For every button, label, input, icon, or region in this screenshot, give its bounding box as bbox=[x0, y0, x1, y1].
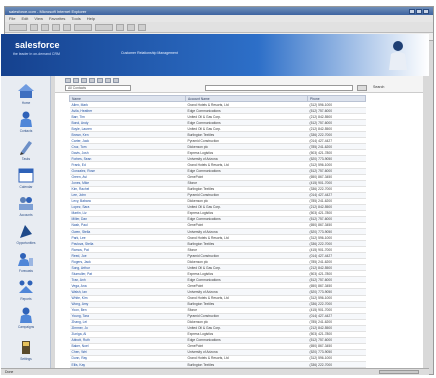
minimize-button[interactable] bbox=[409, 8, 415, 14]
menu-bar: File Edit View Favorites Tools Help bbox=[5, 15, 433, 22]
search-button[interactable]: Search bbox=[373, 85, 384, 89]
close-button[interactable] bbox=[423, 8, 429, 14]
refresh-icon[interactable] bbox=[105, 78, 111, 83]
tool-icon bbox=[22, 341, 30, 354]
sidebar-item-label: Calendar bbox=[19, 185, 33, 189]
forward-button[interactable] bbox=[30, 23, 38, 31]
stop-button[interactable] bbox=[41, 23, 49, 31]
sidebar-item-settings[interactable]: Settings bbox=[9, 338, 43, 366]
sidebar-item-label: Accounts bbox=[19, 213, 33, 217]
sidebar-item-opportunities[interactable]: Opportunities bbox=[9, 222, 43, 250]
sidebar-item-label: Reports bbox=[20, 297, 32, 301]
refresh-button[interactable] bbox=[52, 23, 60, 31]
window-controls bbox=[409, 8, 429, 14]
contacts-panel: All Contacts Search Name Account Name Ph… bbox=[55, 76, 423, 369]
print-button[interactable] bbox=[138, 23, 146, 31]
sidebar: Home Contacts Tasks Calendar Accounts Op… bbox=[1, 76, 51, 369]
home-button[interactable] bbox=[63, 23, 71, 31]
sidebar-item-label: Forecasts bbox=[19, 269, 33, 273]
sidebar-item-label: Opportunities bbox=[16, 241, 36, 245]
banner-promo: Customer Relationship Management bbox=[121, 51, 178, 55]
history-button[interactable] bbox=[116, 23, 124, 31]
home-icon bbox=[18, 84, 34, 98]
contacts-table: Name Account Name Phone Allen, Mark Grand… bbox=[69, 95, 366, 369]
sidebar-item-reports[interactable]: Reports bbox=[9, 278, 43, 306]
menu-tools[interactable]: Tools bbox=[71, 16, 80, 21]
person-silhouette-icon bbox=[389, 41, 407, 70]
table-row[interactable]: Ellis, Kay Burlington Textiles (336) 222-7… bbox=[69, 361, 366, 369]
menu-view[interactable]: View bbox=[34, 16, 43, 21]
maximize-button[interactable] bbox=[416, 8, 422, 14]
sidebar-item-label: Campaigns bbox=[17, 325, 35, 329]
window-title: salesforce.com - Microsoft Internet Expl… bbox=[9, 8, 87, 14]
export-icon[interactable] bbox=[97, 78, 103, 83]
title-bar: salesforce.com - Microsoft Internet Expl… bbox=[5, 7, 433, 15]
pencil-icon bbox=[20, 141, 32, 155]
status-bar: Done bbox=[1, 368, 429, 375]
filter-button[interactable] bbox=[357, 85, 367, 91]
sidebar-item-campaigns[interactable]: Campaigns bbox=[9, 306, 43, 334]
menu-help[interactable]: Help bbox=[87, 16, 95, 21]
sidebar-item-calendar[interactable]: Calendar bbox=[9, 166, 43, 194]
menu-edit[interactable]: Edit bbox=[21, 16, 28, 21]
contact-name-cell[interactable]: Ellis, Kay bbox=[69, 361, 186, 369]
search-input[interactable] bbox=[205, 85, 353, 91]
browser-toolbar bbox=[5, 22, 433, 33]
status-text: Done bbox=[5, 370, 14, 374]
list-action-icons bbox=[65, 78, 119, 83]
delete-icon[interactable] bbox=[81, 78, 87, 83]
favorites-button[interactable] bbox=[95, 23, 113, 31]
flag-icon bbox=[20, 225, 32, 238]
sidebar-item-label: Contacts bbox=[19, 129, 33, 133]
contacts-table-body: Allen, Mark Grand Hotels & Resorts, Ltd (3… bbox=[69, 101, 366, 369]
sidebar-item-accounts[interactable]: Accounts bbox=[9, 194, 43, 222]
menu-favorites[interactable]: Favorites bbox=[49, 16, 65, 21]
menu-file[interactable]: File bbox=[9, 16, 15, 21]
search-button[interactable] bbox=[74, 23, 92, 31]
back-button[interactable] bbox=[9, 23, 27, 31]
mail-button[interactable] bbox=[127, 23, 135, 31]
edit-icon[interactable] bbox=[73, 78, 79, 83]
salesforce-logo[interactable]: salesforce bbox=[15, 40, 60, 50]
list-toolbar: All Contacts Search bbox=[55, 76, 423, 93]
sidebar-item-forecasts[interactable]: Forecasts bbox=[9, 250, 43, 278]
calendar-icon bbox=[18, 168, 34, 183]
phone-cell: (336) 222-7000 bbox=[307, 361, 366, 369]
people-icon bbox=[19, 197, 33, 210]
chart-icon bbox=[18, 253, 33, 266]
view-select[interactable]: All Contacts bbox=[65, 85, 131, 91]
person-icon bbox=[20, 111, 32, 127]
sidebar-item-label: Settings bbox=[20, 357, 32, 361]
group-icon bbox=[19, 280, 33, 293]
sidebar-item-contacts[interactable]: Contacts bbox=[9, 110, 43, 138]
zone-indicator bbox=[379, 370, 419, 374]
person-icon bbox=[20, 307, 32, 323]
new-icon[interactable] bbox=[65, 78, 71, 83]
sidebar-item-tasks[interactable]: Tasks bbox=[9, 138, 43, 166]
sidebar-item-label: Home bbox=[21, 101, 31, 105]
sidebar-item-home[interactable]: Home bbox=[9, 82, 43, 110]
print-icon[interactable] bbox=[89, 78, 95, 83]
account-name-cell: Burlington Textiles bbox=[185, 361, 308, 369]
sidebar-item-label: Tasks bbox=[21, 157, 31, 161]
banner-tagline: the leader in on-demand CRM bbox=[13, 52, 60, 56]
app-banner: salesforce the leader in on-demand CRM C… bbox=[1, 34, 429, 76]
help-icon[interactable] bbox=[113, 78, 119, 83]
